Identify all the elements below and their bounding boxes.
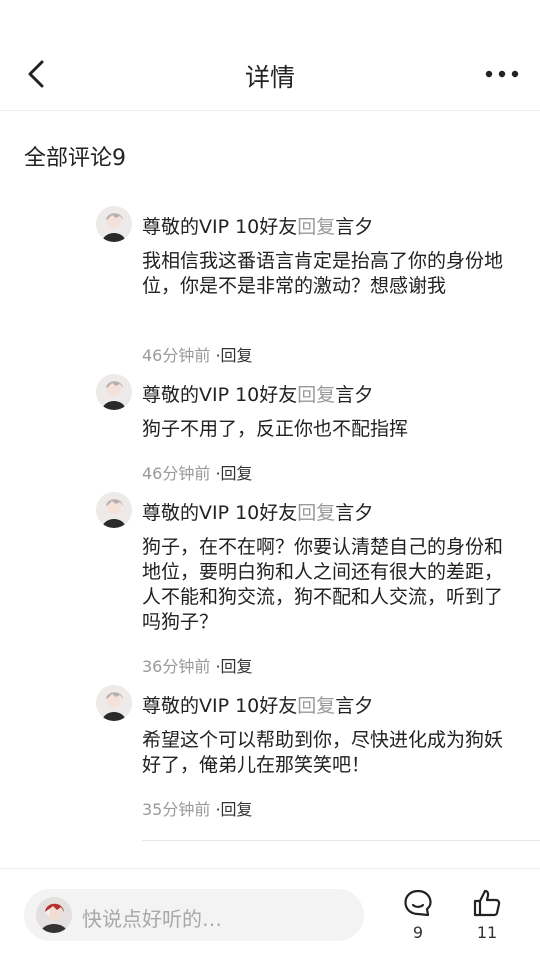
comment-time: 36分钟前	[142, 657, 211, 676]
comment-username[interactable]: 尊敬的VIP 10好友	[142, 502, 297, 524]
reply-label: 回复	[297, 695, 336, 717]
reply-target-username[interactable]: 言夕	[335, 216, 373, 238]
comment-input[interactable]: 快说点好听的…	[24, 889, 364, 941]
reply-button[interactable]: ·回复	[215, 464, 252, 483]
comment-header: 尊敬的VIP 10好友回复言夕	[142, 212, 373, 239]
comment-header: 尊敬的VIP 10好友回复言夕	[142, 380, 373, 407]
comment-username[interactable]: 尊敬的VIP 10好友	[142, 695, 297, 717]
comment-text: 狗子不用了，反正你也不配指挥	[142, 418, 409, 440]
comment-text: 希望这个可以帮助到你，尽快进化成为狗妖好了，俺弟儿在那笑笑吧！	[142, 729, 504, 776]
comment-icon	[404, 889, 432, 917]
reply-button[interactable]: ·回复	[215, 657, 252, 676]
comment-username[interactable]: 尊敬的VIP 10好友	[142, 384, 297, 406]
top-bar: 详情	[0, 38, 540, 111]
comment-text: 狗子，在不在啊？你要认清楚自己的身份和地位，要明白狗和人之间还有很大的差距，人不…	[142, 536, 504, 633]
reply-button[interactable]: ·回复	[215, 346, 252, 365]
page-title: 详情	[244, 63, 295, 92]
bottom-bar: 快说点好听的… 9 11	[0, 868, 540, 961]
comment-meta: 46分钟前 ·回复	[142, 342, 253, 366]
reply-button[interactable]: ·回复	[215, 800, 252, 819]
comment-input-placeholder: 快说点好听的…	[82, 907, 222, 931]
comment-time: 35分钟前	[142, 800, 211, 819]
list-divider	[142, 840, 540, 841]
avatar	[36, 897, 72, 933]
reply-target-username[interactable]: 言夕	[335, 502, 373, 524]
comment-button[interactable]: 9	[393, 887, 443, 942]
comment-username[interactable]: 尊敬的VIP 10好友	[142, 216, 297, 238]
reply-label: 回复	[297, 216, 336, 238]
reply-target-username[interactable]: 言夕	[335, 695, 373, 717]
comment-count: 9	[412, 923, 424, 942]
comment-header: 尊敬的VIP 10好友回复言夕	[142, 498, 373, 525]
avatar[interactable]	[96, 374, 132, 410]
avatar[interactable]	[96, 685, 132, 721]
more-button[interactable]	[484, 64, 520, 84]
comment-meta: 36分钟前 ·回复	[142, 653, 253, 677]
thumbs-up-icon	[473, 889, 501, 917]
all-comments-title: 全部评论9	[24, 146, 126, 171]
more-icon	[485, 70, 519, 78]
like-count: 11	[476, 923, 498, 942]
like-button[interactable]: 11	[462, 887, 512, 942]
avatar[interactable]	[96, 492, 132, 528]
comment-meta: 46分钟前 ·回复	[142, 460, 253, 484]
comment-header: 尊敬的VIP 10好友回复言夕	[142, 691, 373, 718]
comment-text: 我相信我这番语言肯定是抬高了你的身份地位，你是不是非常的激动？想感谢我	[142, 250, 504, 297]
comment-time: 46分钟前	[142, 464, 211, 483]
reply-target-username[interactable]: 言夕	[335, 384, 373, 406]
reply-label: 回复	[297, 384, 336, 406]
avatar[interactable]	[96, 206, 132, 242]
comment-meta: 35分钟前 ·回复	[142, 796, 253, 820]
comment-time: 46分钟前	[142, 346, 211, 365]
reply-label: 回复	[297, 502, 336, 524]
